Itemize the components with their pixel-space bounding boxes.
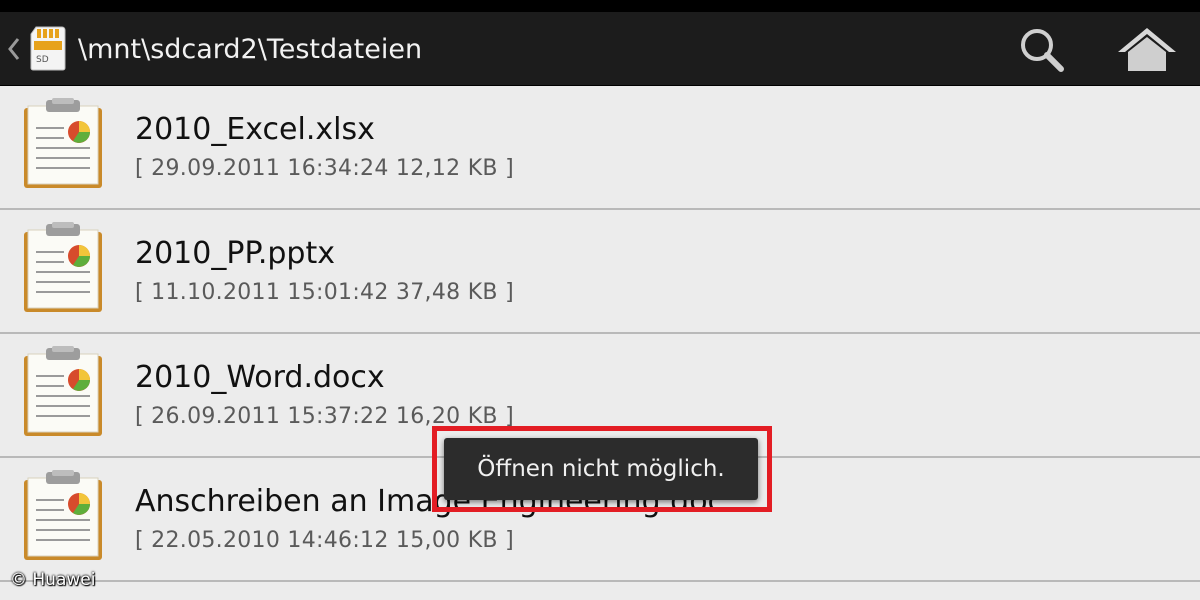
home-icon[interactable]: [1116, 24, 1178, 76]
sd-label: SD: [36, 55, 49, 65]
status-bar: [0, 0, 1200, 12]
action-bar: SD \mnt\sdcard2\Testdateien: [0, 12, 1200, 86]
file-details: [ 29.09.2011 16:34:24 12,12 KB ]: [135, 156, 515, 181]
file-row[interactable]: 2010_Excel.xlsx [ 29.09.2011 16:34:24 12…: [0, 86, 1200, 210]
toast-message: Öffnen nicht möglich.: [477, 456, 725, 482]
toast-popup: Öffnen nicht möglich.: [444, 438, 758, 500]
file-name: 2010_Excel.xlsx: [135, 112, 375, 147]
search-icon[interactable]: [1016, 24, 1068, 76]
file-name: 2010_PP.pptx: [135, 236, 335, 271]
file-name: 2010_Word.docx: [135, 360, 385, 395]
document-chart-icon: [24, 98, 102, 188]
document-chart-icon: [24, 470, 102, 560]
file-details: [ 11.10.2011 15:01:42 37,48 KB ]: [135, 280, 515, 305]
chevron-left-icon[interactable]: [6, 34, 22, 64]
document-chart-icon: [24, 346, 102, 436]
file-row[interactable]: 2010_PP.pptx [ 11.10.2011 15:01:42 37,48…: [0, 210, 1200, 334]
sd-card-icon[interactable]: SD: [28, 25, 68, 71]
document-chart-icon: [24, 222, 102, 312]
file-details: [ 22.05.2010 14:46:12 15,00 KB ]: [135, 528, 515, 553]
image-credit: © Huawei: [10, 570, 96, 590]
current-path: \mnt\sdcard2\Testdateien: [78, 34, 423, 65]
